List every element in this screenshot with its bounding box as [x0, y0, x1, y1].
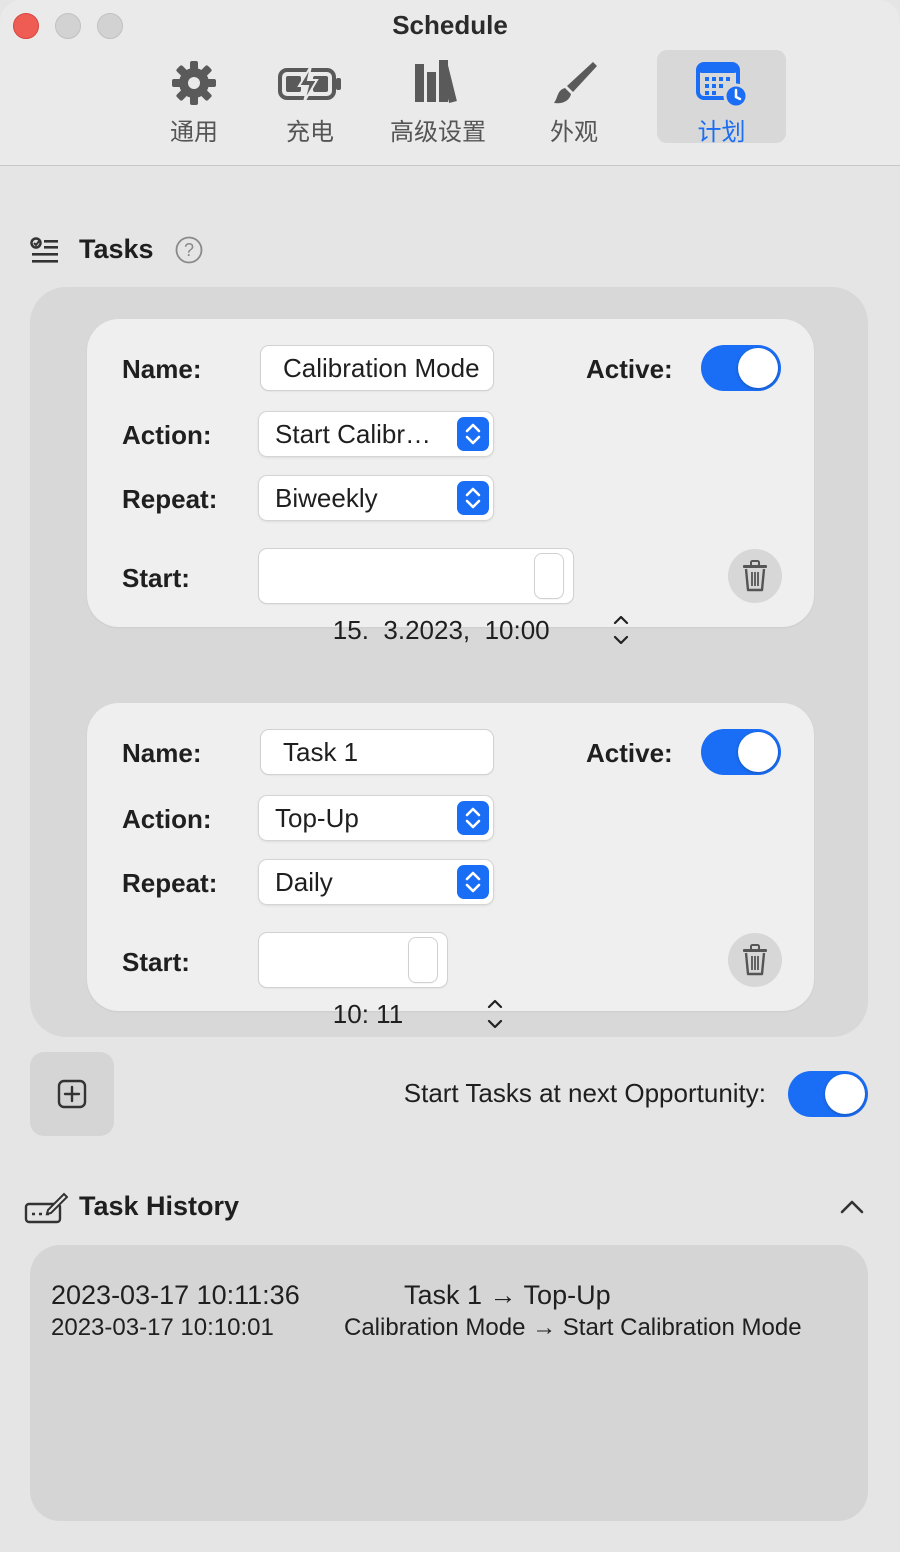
- action-popup[interactable]: Top-Up: [259, 796, 493, 840]
- books-icon: [378, 58, 498, 108]
- action-label: Action:: [122, 420, 212, 450]
- tab-appearance-label: 外观: [550, 118, 598, 146]
- repeat-popup[interactable]: Biweekly: [259, 476, 493, 520]
- task-card: Name: Calibration Mode Active: Action: S…: [87, 319, 814, 645]
- action-value: Top-Up: [275, 803, 359, 833]
- window-title: Schedule: [392, 10, 508, 40]
- action-value: Start Calibr…: [275, 419, 432, 449]
- tab-general-label: 通用: [170, 118, 218, 146]
- start-datetime-value: 15. 3.2023, 10:00: [332, 615, 550, 645]
- history-entry: Task 1 → Top-Up: [404, 1280, 611, 1310]
- task-name-field[interactable]: Calibration Mode: [261, 346, 493, 390]
- history-entry: Calibration Mode → Start Calibration Mod…: [344, 1314, 802, 1341]
- tab-schedule-label: 计划: [697, 118, 746, 146]
- opportunity-toggle[interactable]: [788, 1071, 868, 1117]
- action-label: Action:: [122, 804, 212, 834]
- add-task-button[interactable]: [30, 1052, 114, 1136]
- active-label: Active:: [586, 354, 673, 384]
- tasks-title: Tasks: [79, 234, 154, 264]
- delete-task-button[interactable]: [728, 933, 782, 987]
- action-popup[interactable]: Start Calibr…: [259, 412, 493, 456]
- toolbar: Schedule 通用 充电 高级设置 外观 计划: [0, 0, 900, 166]
- tasks-container: Name: Calibration Mode Active: Action: S…: [30, 287, 868, 1037]
- history-header: Task History: [24, 1188, 870, 1228]
- task-card: Name: Task 1 Active: Action: Top-Up Repe…: [87, 703, 814, 1029]
- question-icon[interactable]: ?: [174, 235, 204, 270]
- start-time-field[interactable]: 10: 11: [259, 933, 503, 1029]
- battery-charging-icon: [266, 58, 354, 108]
- chevron-updown-icon: [457, 865, 489, 899]
- chevron-updown-icon: [457, 481, 489, 515]
- repeat-value: Biweekly: [275, 483, 378, 513]
- active-toggle[interactable]: [701, 729, 781, 775]
- opportunity-label: Start Tasks at next Opportunity:: [403, 1078, 766, 1108]
- history-list: 2023-03-17 10:11:36 Task 1 → Top-Up 2023…: [30, 1245, 868, 1521]
- tab-charging-label: 充电: [286, 118, 334, 146]
- task-list-icon: [30, 237, 60, 272]
- stepper-icon[interactable]: [409, 938, 503, 1029]
- start-label: Start:: [122, 947, 190, 977]
- svg-text:?: ?: [184, 240, 194, 260]
- trash-icon: [741, 560, 769, 597]
- chevron-updown-icon: [457, 417, 489, 451]
- repeat-label: Repeat:: [122, 868, 218, 898]
- tab-advanced[interactable]: 高级设置: [378, 50, 498, 146]
- tab-appearance[interactable]: 外观: [530, 50, 618, 146]
- start-time-value: 10: 11: [332, 999, 404, 1029]
- active-toggle[interactable]: [701, 345, 781, 391]
- signature-icon: [24, 1192, 69, 1231]
- start-label: Start:: [122, 563, 190, 593]
- plus-square-icon: [57, 1079, 87, 1114]
- name-label: Name:: [122, 354, 202, 384]
- repeat-value: Daily: [275, 867, 333, 897]
- tab-charging[interactable]: 充电: [266, 50, 354, 146]
- chevron-up-icon[interactable]: [838, 1196, 866, 1223]
- history-time: 2023-03-17 10:11:36: [51, 1280, 300, 1310]
- tasks-header: Tasks ?: [30, 231, 330, 271]
- start-datetime-field[interactable]: 15. 3.2023, 10:00: [259, 549, 629, 645]
- tab-schedule[interactable]: 计划: [657, 50, 786, 146]
- stepper-icon[interactable]: [535, 554, 629, 645]
- calendar-clock-icon: [657, 58, 786, 108]
- history-time: 2023-03-17 10:10:01: [51, 1314, 274, 1341]
- history-title: Task History: [79, 1191, 240, 1221]
- repeat-label: Repeat:: [122, 484, 218, 514]
- trash-icon: [741, 944, 769, 981]
- delete-task-button[interactable]: [728, 549, 782, 603]
- name-label: Name:: [122, 738, 202, 768]
- settings-window: Schedule 通用 充电 高级设置 外观 计划 Tasks ? Name: …: [0, 0, 900, 1552]
- gear-icon: [150, 58, 238, 108]
- active-label: Active:: [586, 738, 673, 768]
- chevron-updown-icon: [457, 801, 489, 835]
- repeat-popup[interactable]: Daily: [259, 860, 493, 904]
- task-name-field[interactable]: Task 1: [261, 730, 493, 774]
- paintbrush-icon: [530, 58, 618, 108]
- tab-advanced-label: 高级设置: [390, 118, 486, 146]
- tab-general[interactable]: 通用: [150, 50, 238, 146]
